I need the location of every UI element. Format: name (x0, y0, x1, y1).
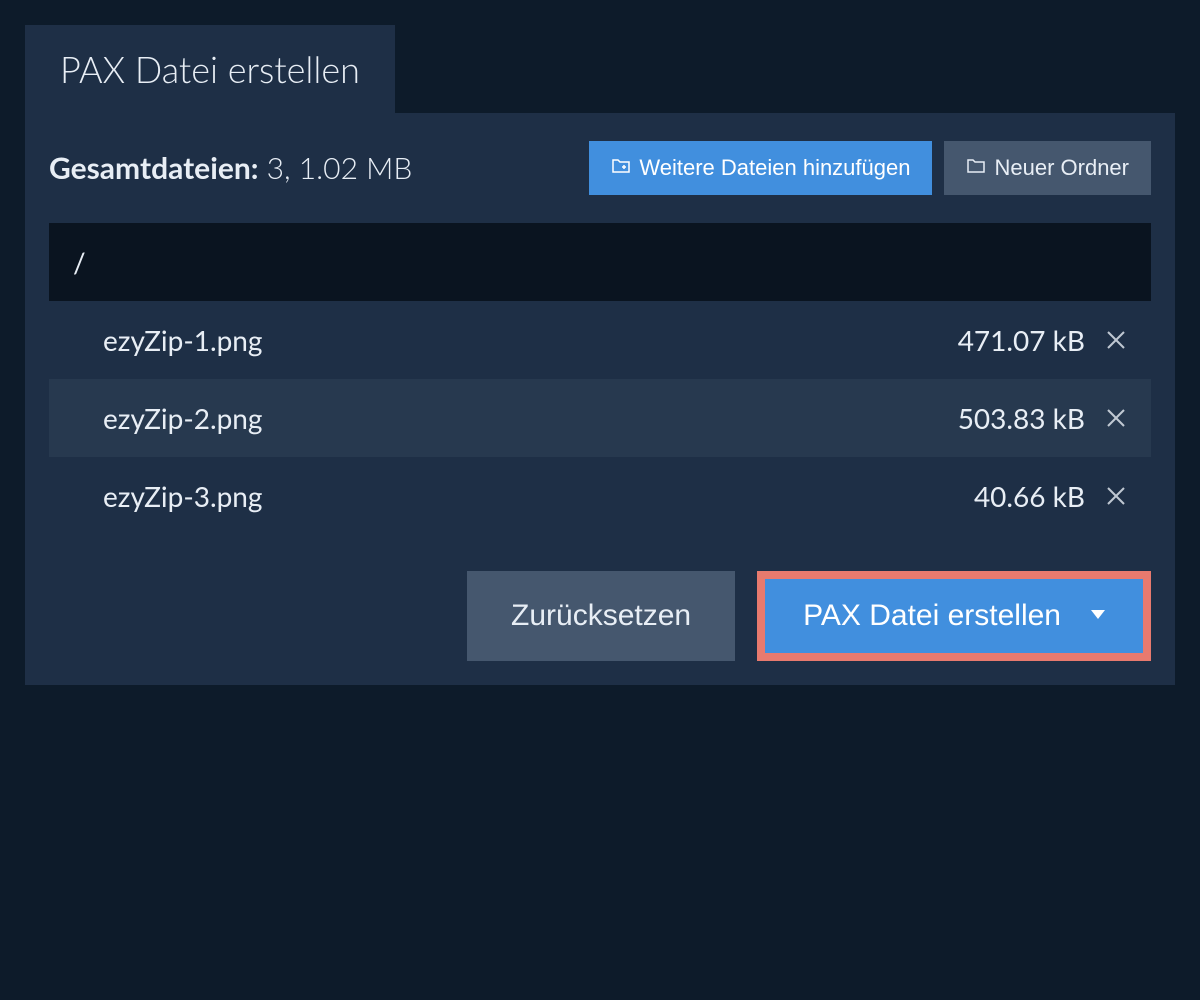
file-name: ezyZip-1.png (103, 323, 958, 357)
reset-label: Zurücksetzen (511, 599, 691, 632)
folder-plus-icon (611, 155, 631, 181)
add-files-button[interactable]: Weitere Dateien hinzufügen (589, 141, 932, 195)
total-files-label: Gesamtdateien: (49, 150, 259, 186)
path-row[interactable]: / (49, 223, 1151, 301)
file-row: ezyZip-1.png 471.07 kB (49, 301, 1151, 379)
footer-row: Zurücksetzen PAX Datei erstellen (49, 571, 1151, 661)
create-label: PAX Datei erstellen (803, 599, 1061, 633)
total-files-value: 3, 1.02 MB (267, 150, 413, 186)
close-icon[interactable] (1105, 401, 1127, 435)
main-panel: Gesamtdateien: 3, 1.02 MB Weitere Dateie… (25, 113, 1175, 685)
reset-button[interactable]: Zurücksetzen (467, 571, 735, 661)
path-text: / (73, 245, 86, 279)
new-folder-button[interactable]: Neuer Ordner (944, 141, 1151, 195)
file-list: / ezyZip-1.png 471.07 kB ezyZip-2.png 50… (49, 223, 1151, 535)
file-row-right: 471.07 kB (958, 323, 1127, 357)
header-row: Gesamtdateien: 3, 1.02 MB Weitere Dateie… (49, 141, 1151, 195)
caret-down-icon (1091, 607, 1105, 625)
file-row: ezyZip-2.png 503.83 kB (49, 379, 1151, 457)
new-folder-label: Neuer Ordner (994, 155, 1129, 181)
file-name: ezyZip-2.png (103, 401, 958, 435)
file-row: ezyZip-3.png 40.66 kB (49, 457, 1151, 535)
close-icon[interactable] (1105, 479, 1127, 513)
file-row-right: 40.66 kB (974, 479, 1127, 513)
file-size: 503.83 kB (958, 401, 1085, 435)
header-buttons: Weitere Dateien hinzufügen Neuer Ordner (589, 141, 1151, 195)
tab-create-pax[interactable]: PAX Datei erstellen (25, 25, 395, 113)
file-name: ezyZip-3.png (103, 479, 974, 513)
close-icon[interactable] (1105, 323, 1127, 357)
tab-label: PAX Datei erstellen (60, 47, 360, 91)
file-row-right: 503.83 kB (958, 401, 1127, 435)
folder-icon (966, 155, 986, 181)
create-button-highlight: PAX Datei erstellen (757, 571, 1151, 661)
add-files-label: Weitere Dateien hinzufügen (639, 155, 910, 181)
create-pax-button[interactable]: PAX Datei erstellen (765, 579, 1143, 653)
file-size: 471.07 kB (958, 323, 1085, 357)
total-files-text: Gesamtdateien: 3, 1.02 MB (49, 150, 412, 186)
file-size: 40.66 kB (974, 479, 1085, 513)
